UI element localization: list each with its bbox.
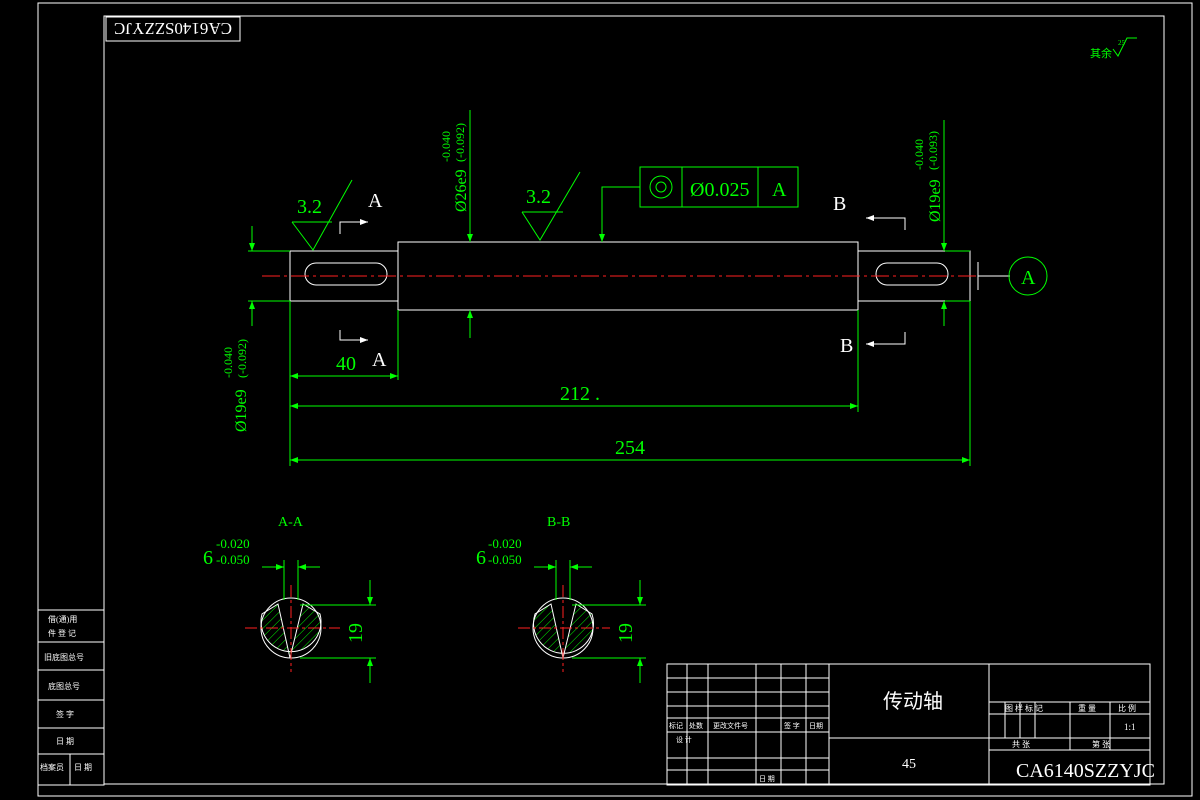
svg-text:-0.020: -0.020 [216, 536, 250, 551]
datum-symbol: A [977, 256, 1048, 296]
svg-text:A: A [368, 190, 383, 212]
side-r2: 旧底图总号 [44, 652, 84, 662]
roughness-symbol-left: 3.2 [291, 179, 353, 251]
side-r3: 底图总号 [48, 681, 80, 691]
svg-text:-0.020: -0.020 [488, 536, 522, 551]
h-weight: 重 量 [1078, 703, 1096, 713]
designer: 设 计 [676, 735, 692, 744]
scale-value: 1:1 [1124, 722, 1136, 732]
inner-border [103, 15, 1165, 785]
svg-text:B: B [833, 193, 846, 215]
side-r5: 日 期 [56, 737, 74, 746]
date2: 日 期 [759, 775, 775, 783]
rev-doc: 更改文件号 [713, 721, 748, 730]
drawing-canvas: CA6140SZZYJC 其余 25 Ø19e9 -0.040 (-0.092)… [37, 2, 1193, 797]
side-r6a: 档案员 [40, 762, 64, 772]
outer-border [37, 2, 1193, 797]
part-name: 传动轴 [883, 690, 943, 713]
side-r1a: 借(通)用 [48, 614, 77, 624]
dia-left-nominal: Ø19e9 [233, 389, 250, 432]
section-view-bb: B-B 6 -0.020 -0.050 19 [476, 515, 646, 683]
dim-212: 212 . [560, 383, 600, 405]
dim-40: 40 [336, 353, 356, 375]
roughness-symbol-mid: 3.2 [521, 171, 581, 241]
svg-text:A: A [772, 179, 787, 201]
dia-left-tol-lower: (-0.092) [235, 339, 249, 378]
rev-sign: 签 字 [784, 721, 800, 730]
dia-right-tol-lower: (-0.093) [926, 131, 940, 170]
svg-text:6: 6 [476, 547, 486, 569]
side-r1b: 件 登 记 [48, 628, 76, 638]
svg-text:3.2: 3.2 [526, 186, 551, 208]
h-scale: 比 例 [1118, 703, 1136, 713]
svg-text:A: A [1021, 267, 1036, 289]
rev-mark: 标记 [669, 721, 683, 730]
section-view-aa: A-A 6 -0.020 -0.050 19 [203, 515, 376, 683]
section-marker-b-bottom: B [840, 332, 906, 357]
feature-control-frame: Ø0.025 A [599, 166, 799, 242]
extension-lines [248, 250, 971, 466]
side-r6b: 日 期 [74, 763, 92, 772]
svg-text:-0.050: -0.050 [488, 552, 522, 567]
h-sheets: 共 张 [1012, 740, 1030, 749]
svg-text:A: A [372, 349, 387, 371]
dia-mid-nominal: Ø26e9 [453, 169, 470, 212]
roughness-other-note: 其余 25 [1090, 37, 1137, 60]
section-marker-b-top: B [833, 193, 906, 230]
dia-right-nominal: Ø19e9 [927, 179, 944, 222]
svg-text:-0.050: -0.050 [216, 552, 250, 567]
dia-left-tol-upper: -0.040 [221, 347, 235, 378]
svg-text:19: 19 [345, 623, 367, 643]
dia-right-tol-upper: -0.040 [912, 139, 926, 170]
svg-text:B: B [840, 335, 853, 357]
svg-text:6: 6 [203, 547, 213, 569]
svg-text:25: 25 [1118, 39, 1126, 47]
svg-text:19: 19 [615, 623, 637, 643]
rev-count: 处数 [689, 721, 703, 730]
dia-mid-tol-lower: (-0.092) [453, 123, 467, 162]
code-box-text: CA6140SZZYJC [114, 19, 232, 38]
svg-text:其余: 其余 [1090, 46, 1112, 60]
dim-254: 254 [615, 437, 645, 459]
h-stage: 图 样 标 记 [1005, 703, 1043, 713]
svg-text:Ø0.025: Ø0.025 [690, 179, 749, 201]
section-marker-a-top: A [339, 190, 383, 234]
dia-mid-tol-upper: -0.040 [439, 131, 453, 162]
svg-text:A-A: A-A [278, 515, 304, 530]
h-sheet: 第 张 [1092, 739, 1110, 749]
material: 45 [902, 757, 916, 772]
rev-date: 日期 [809, 722, 823, 730]
side-r4: 签 字 [56, 709, 74, 719]
svg-text:3.2: 3.2 [297, 196, 322, 218]
drawing-number: CA6140SZZYJC [1016, 760, 1155, 782]
svg-text:B-B: B-B [547, 515, 570, 530]
